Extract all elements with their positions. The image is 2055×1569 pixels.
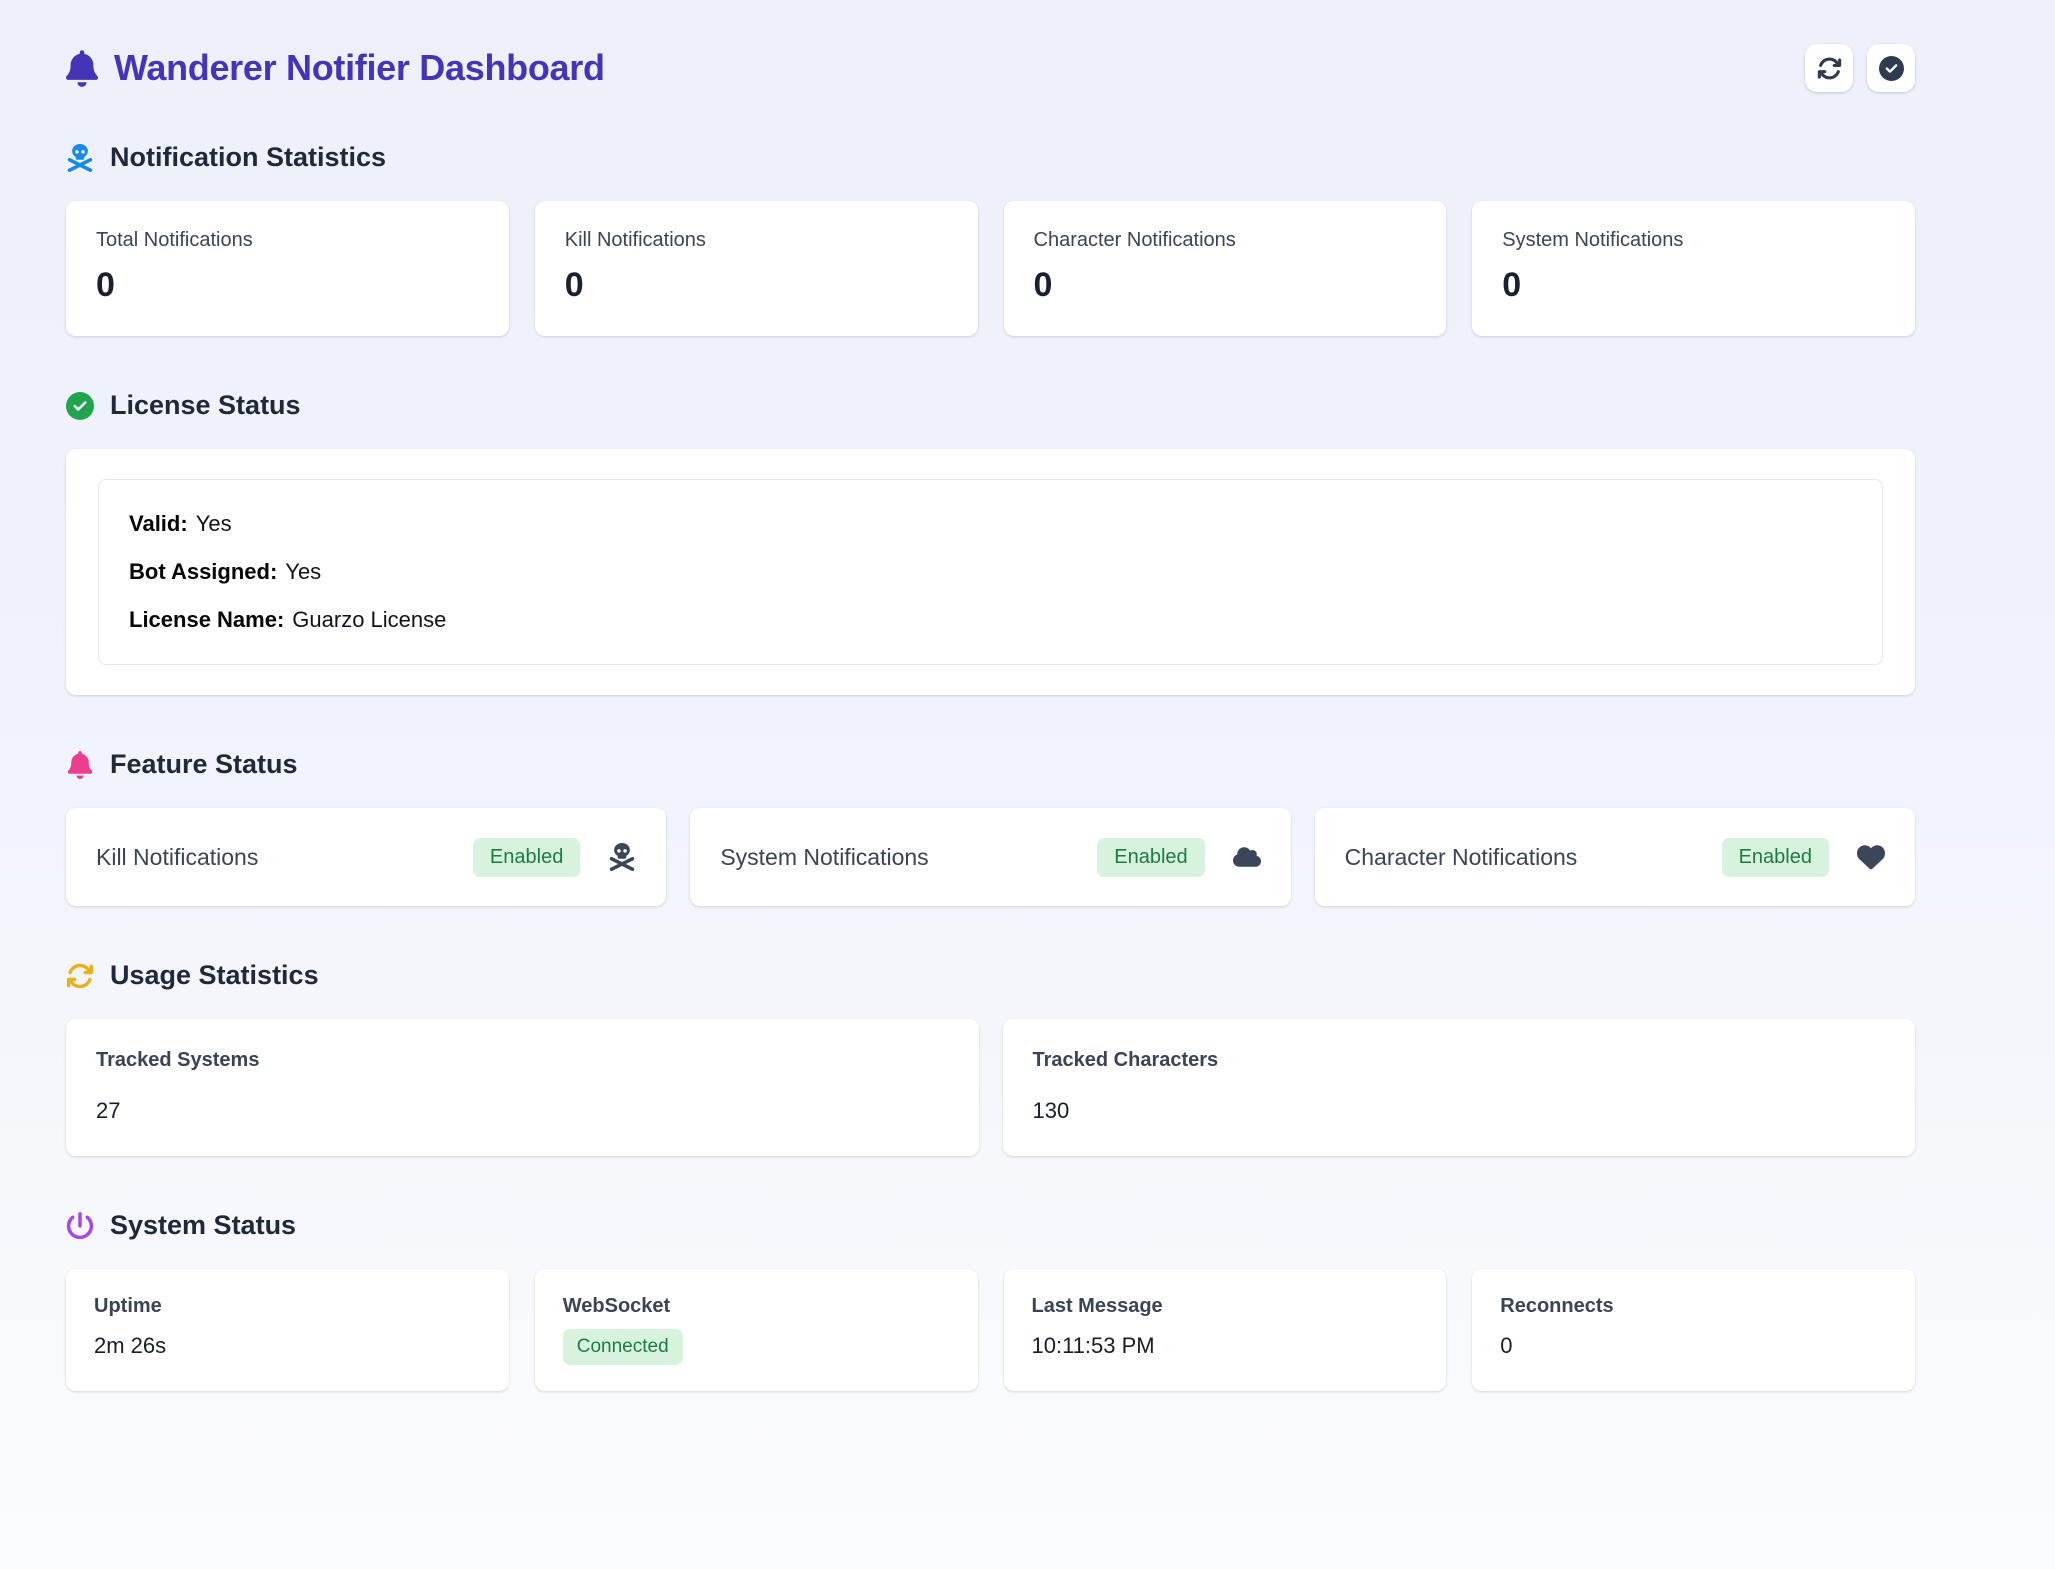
stat-value: 0 — [96, 266, 479, 305]
license-field-value: Yes — [196, 511, 232, 536]
section-heading-usage-statistics: Usage Statistics — [66, 960, 1915, 991]
cloud-icon — [1233, 843, 1261, 871]
page-title: Wanderer Notifier Dashboard — [114, 47, 605, 89]
usage-card-tracked-characters: Tracked Characters 130 — [1003, 1019, 1916, 1156]
stat-label: Character Notifications — [1034, 229, 1417, 252]
refresh-button[interactable] — [1805, 44, 1853, 92]
section-heading-feature-status: Feature Status — [66, 749, 1915, 780]
status-badge: Enabled — [1097, 838, 1204, 877]
stat-card-total-notifications: Total Notifications 0 — [66, 201, 509, 336]
stat-value: 0 — [1034, 266, 1417, 305]
section-title: System Status — [110, 1210, 296, 1241]
system-value: 0 — [1500, 1333, 1887, 1359]
skull-crossbones-icon — [66, 144, 94, 172]
license-field-value: Guarzo License — [292, 607, 446, 632]
refresh-icon — [66, 962, 94, 990]
stat-label: System Notifications — [1502, 229, 1885, 252]
section-heading-license-status: License Status — [66, 390, 1915, 421]
feature-label: System Notifications — [720, 844, 1097, 871]
usage-value: 27 — [96, 1098, 949, 1124]
bell-icon — [66, 751, 94, 779]
section-license-status: License Status Valid: Yes Bot Assigned: Ye… — [66, 390, 1915, 695]
usage-card-tracked-systems: Tracked Systems 27 — [66, 1019, 979, 1156]
usage-value: 130 — [1033, 1098, 1886, 1124]
section-heading-notification-statistics: Notification Statistics — [66, 142, 1915, 173]
dashboard-page: Wanderer Notifier Dashboard Notification… — [66, 0, 1915, 1391]
refresh-icon — [1817, 56, 1842, 81]
section-title: Usage Statistics — [110, 960, 319, 991]
feature-card-kill-notifications: Kill Notifications Enabled — [66, 808, 666, 906]
usage-label: Tracked Systems — [96, 1049, 949, 1072]
skull-crossbones-icon — [608, 843, 636, 871]
system-card-reconnects: Reconnects 0 — [1472, 1269, 1915, 1391]
section-title: License Status — [110, 390, 301, 421]
bell-icon — [66, 50, 98, 87]
status-badge: Enabled — [1722, 838, 1829, 877]
section-title: Notification Statistics — [110, 142, 386, 173]
feature-card-system-notifications: System Notifications Enabled — [690, 808, 1290, 906]
license-field-value: Yes — [285, 559, 321, 584]
section-feature-status: Feature Status Kill Notifications Enable… — [66, 749, 1915, 906]
system-label: Reconnects — [1500, 1295, 1887, 1318]
license-card: Valid: Yes Bot Assigned: Yes License Name:… — [66, 449, 1915, 695]
heart-icon — [1857, 843, 1885, 871]
system-label: Last Message — [1032, 1295, 1419, 1318]
system-card-last-message: Last Message 10:11:53 PM — [1004, 1269, 1447, 1391]
section-title: Feature Status — [110, 749, 298, 780]
check-circle-icon — [1879, 56, 1904, 81]
feature-label: Character Notifications — [1345, 844, 1722, 871]
stat-card-character-notifications: Character Notifications 0 — [1004, 201, 1447, 336]
license-field-label: Valid: — [129, 511, 188, 536]
usage-label: Tracked Characters — [1033, 1049, 1886, 1072]
power-icon — [66, 1212, 94, 1240]
license-name-row: License Name: Guarzo License — [129, 604, 1852, 636]
feature-card-character-notifications: Character Notifications Enabled — [1315, 808, 1915, 906]
system-label: WebSocket — [563, 1295, 950, 1318]
header: Wanderer Notifier Dashboard — [66, 44, 1915, 92]
system-value: 2m 26s — [94, 1333, 481, 1359]
license-field-label: License Name: — [129, 607, 284, 632]
license-bot-assigned-row: Bot Assigned: Yes — [129, 556, 1852, 588]
stat-label: Total Notifications — [96, 229, 479, 252]
section-usage-statistics: Usage Statistics Tracked Systems 27 Trac… — [66, 960, 1915, 1156]
system-value: 10:11:53 PM — [1032, 1333, 1419, 1359]
stat-value: 0 — [1502, 266, 1885, 305]
system-label: Uptime — [94, 1295, 481, 1318]
status-check-button[interactable] — [1867, 44, 1915, 92]
stat-value: 0 — [565, 266, 948, 305]
license-details-box: Valid: Yes Bot Assigned: Yes License Name:… — [98, 479, 1883, 665]
section-system-status: System Status Uptime 2m 26s WebSocket Co… — [66, 1210, 1915, 1391]
feature-label: Kill Notifications — [96, 844, 473, 871]
license-valid-row: Valid: Yes — [129, 508, 1852, 540]
check-circle-icon — [66, 392, 94, 420]
system-card-websocket: WebSocket Connected — [535, 1269, 978, 1391]
section-heading-system-status: System Status — [66, 1210, 1915, 1241]
websocket-status-badge: Connected — [563, 1329, 683, 1365]
status-badge: Enabled — [473, 838, 580, 877]
stat-card-system-notifications: System Notifications 0 — [1472, 201, 1915, 336]
section-notification-statistics: Notification Statistics Total Notificati… — [66, 142, 1915, 336]
stat-label: Kill Notifications — [565, 229, 948, 252]
system-card-uptime: Uptime 2m 26s — [66, 1269, 509, 1391]
stat-card-kill-notifications: Kill Notifications 0 — [535, 201, 978, 336]
license-field-label: Bot Assigned: — [129, 559, 277, 584]
